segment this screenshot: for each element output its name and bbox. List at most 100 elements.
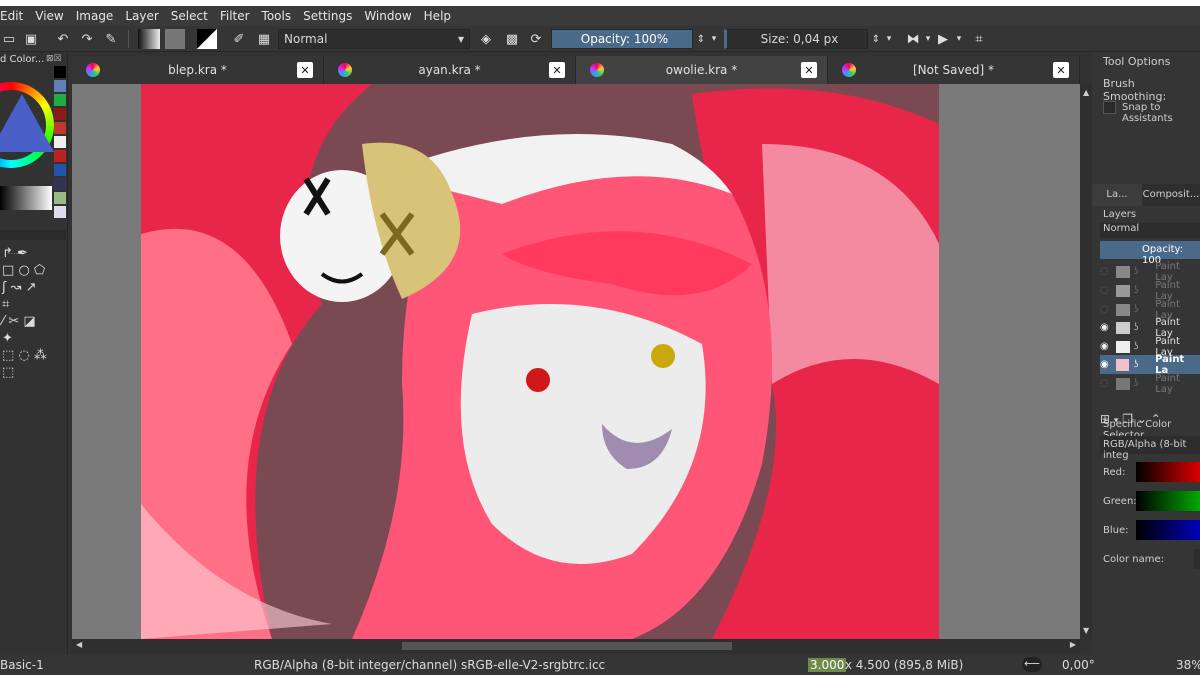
artwork-canvas[interactable] bbox=[72, 84, 1080, 640]
assistant-tool-icon[interactable]: ✦ bbox=[2, 331, 13, 346]
swatch[interactable] bbox=[54, 192, 66, 204]
menu-settings[interactable]: Settings bbox=[297, 9, 358, 23]
layer-row[interactable]: ◌ ʖ Paint Lay bbox=[1100, 280, 1200, 302]
eye-hidden-icon[interactable]: ◌ bbox=[1100, 378, 1116, 389]
eye-icon[interactable]: ◉ bbox=[1100, 322, 1116, 333]
red-slider[interactable] bbox=[1136, 462, 1200, 482]
select-rect-tool-icon[interactable]: ⬚ bbox=[2, 348, 14, 363]
docker-input[interactable] bbox=[0, 230, 66, 240]
color-name-input[interactable] bbox=[1194, 549, 1200, 569]
menu-image[interactable]: Image bbox=[70, 9, 120, 23]
layer-lock-icon[interactable]: ʖ bbox=[1134, 322, 1156, 333]
layer-lock-icon[interactable]: ʖ bbox=[1133, 359, 1155, 370]
swatch[interactable] bbox=[54, 122, 66, 134]
size-slider[interactable]: Size: 0,04 px bbox=[724, 29, 868, 49]
blue-slider[interactable] bbox=[1136, 520, 1200, 540]
alpha-lock-icon[interactable]: ▩ bbox=[504, 29, 520, 49]
scroll-thumb[interactable] bbox=[402, 642, 732, 650]
chevron-down-icon[interactable]: ▾ bbox=[883, 29, 895, 49]
crop-icon[interactable]: ⌗ bbox=[970, 29, 988, 49]
save-icon[interactable]: ▣ bbox=[24, 29, 38, 49]
docker-close-icon[interactable]: ⊠☒ bbox=[46, 54, 62, 64]
close-icon[interactable]: ✕ bbox=[549, 62, 565, 78]
vertical-scrollbar[interactable]: ▲ ▼ bbox=[1080, 84, 1092, 639]
brush-editor-icon[interactable]: ▦ bbox=[255, 29, 273, 49]
mirror-horizontal-icon[interactable]: ⧓ bbox=[904, 29, 922, 49]
chevron-down-icon[interactable]: ▾ bbox=[953, 29, 965, 49]
polygon-tool-icon[interactable]: ⬠ bbox=[34, 263, 45, 278]
scroll-down-icon[interactable]: ▼ bbox=[1083, 626, 1089, 635]
brush-preset-icon[interactable]: ✐ bbox=[229, 29, 249, 49]
rotation-icon[interactable]: ⟵ bbox=[1022, 657, 1042, 672]
reload-icon[interactable]: ⟳ bbox=[528, 29, 544, 49]
menu-help[interactable]: Help bbox=[418, 9, 457, 23]
green-slider[interactable] bbox=[1136, 491, 1200, 511]
swatch[interactable] bbox=[54, 94, 66, 106]
color-triangle[interactable] bbox=[0, 94, 54, 152]
ellipse-tool-icon[interactable]: ○ bbox=[18, 263, 29, 278]
tab-ayan[interactable]: ayan.kra * ✕ bbox=[324, 56, 576, 84]
swatch[interactable] bbox=[54, 80, 66, 92]
layer-row[interactable]: ◌ ʖ Paint Lay bbox=[1100, 261, 1200, 283]
tab-compositions[interactable]: Composit... bbox=[1142, 184, 1200, 206]
layer-lock-icon[interactable]: ʖ bbox=[1134, 266, 1156, 277]
layer-row-selected[interactable]: ◉ ʖ Paint La bbox=[1100, 354, 1200, 376]
eye-icon[interactable]: ◉ bbox=[1100, 359, 1116, 370]
rectangle-tool-icon[interactable]: □ bbox=[2, 263, 14, 278]
snap-checkbox[interactable] bbox=[1103, 101, 1116, 114]
swatch[interactable] bbox=[54, 150, 66, 162]
select-ellipse-tool-icon[interactable]: ◌ bbox=[18, 348, 29, 363]
eye-hidden-icon[interactable]: ◌ bbox=[1100, 266, 1116, 277]
crop-tool-icon[interactable]: ⌗ bbox=[2, 297, 9, 312]
layer-lock-icon[interactable]: ʖ bbox=[1134, 285, 1156, 296]
layer-opacity-slider[interactable]: Opacity: 100 bbox=[1100, 241, 1200, 266]
close-icon[interactable]: ✕ bbox=[297, 62, 313, 78]
layer-lock-icon[interactable]: ʖ bbox=[1134, 304, 1156, 315]
swatch[interactable] bbox=[54, 108, 66, 120]
scroll-right-icon[interactable]: ▶ bbox=[1070, 640, 1076, 649]
menu-select[interactable]: Select bbox=[165, 9, 214, 23]
close-icon[interactable]: ✕ bbox=[1053, 62, 1069, 78]
curve-tool-icon[interactable]: ʃ bbox=[2, 280, 6, 295]
pen-tool-icon[interactable]: ✒ bbox=[17, 246, 28, 261]
swatch[interactable] bbox=[54, 178, 66, 190]
color-space-select[interactable]: RGB/Alpha (8-bit integ bbox=[1100, 436, 1200, 461]
eyedropper-tool-icon[interactable]: ⁄ bbox=[2, 314, 4, 329]
menu-window[interactable]: Window bbox=[358, 9, 417, 23]
tab-blep[interactable]: blep.kra * ✕ bbox=[72, 56, 324, 84]
eraser-icon[interactable]: ◈ bbox=[478, 29, 494, 49]
freehand-tool-icon[interactable]: ↝ bbox=[11, 280, 22, 295]
tab-layers[interactable]: La... bbox=[1092, 184, 1142, 206]
chevron-down-icon[interactable]: ▾ bbox=[708, 29, 720, 49]
menu-layer[interactable]: Layer bbox=[119, 9, 164, 23]
layer-lock-icon[interactable]: ʖ bbox=[1134, 378, 1156, 389]
magic-wand-tool-icon[interactable]: ⁂ bbox=[34, 348, 47, 363]
gradient-preset[interactable] bbox=[138, 29, 160, 49]
eye-icon[interactable]: ◉ bbox=[1100, 341, 1116, 352]
brush-icon[interactable]: ✎ bbox=[104, 29, 118, 49]
eye-hidden-icon[interactable]: ◌ bbox=[1100, 304, 1116, 315]
redo-icon[interactable]: ↷ bbox=[80, 29, 94, 49]
layer-blend-select[interactable]: Normal bbox=[1100, 223, 1200, 238]
swatch[interactable] bbox=[54, 164, 66, 176]
menu-edit[interactable]: Edit bbox=[0, 9, 29, 23]
swatch[interactable] bbox=[54, 206, 66, 218]
opacity-spin[interactable]: ⇕ bbox=[695, 29, 707, 49]
grey-ramp[interactable] bbox=[0, 186, 52, 210]
swatch[interactable] bbox=[54, 66, 66, 78]
horizontal-scrollbar[interactable]: ◀ ▶ bbox=[72, 639, 1080, 653]
canvas-area[interactable] bbox=[72, 84, 1080, 640]
undo-icon[interactable]: ↶ bbox=[56, 29, 70, 49]
dyna-tool-icon[interactable]: ↗ bbox=[26, 280, 37, 295]
scroll-up-icon[interactable]: ▲ bbox=[1083, 88, 1089, 97]
menu-view[interactable]: View bbox=[29, 9, 69, 23]
fill-tool-icon[interactable]: ◪ bbox=[23, 314, 35, 329]
scroll-left-icon[interactable]: ◀ bbox=[76, 640, 82, 649]
opacity-slider[interactable]: Opacity: 100% bbox=[551, 29, 693, 49]
open-icon[interactable]: ▭ bbox=[2, 29, 16, 49]
layer-row[interactable]: ◌ ʖ Paint Lay bbox=[1100, 373, 1200, 395]
tab-owolie[interactable]: owolie.kra * ✕ bbox=[576, 56, 828, 84]
blend-mode-select[interactable]: Normal ▾ bbox=[278, 29, 470, 49]
eye-hidden-icon[interactable]: ◌ bbox=[1100, 285, 1116, 296]
menu-tools[interactable]: Tools bbox=[256, 9, 298, 23]
